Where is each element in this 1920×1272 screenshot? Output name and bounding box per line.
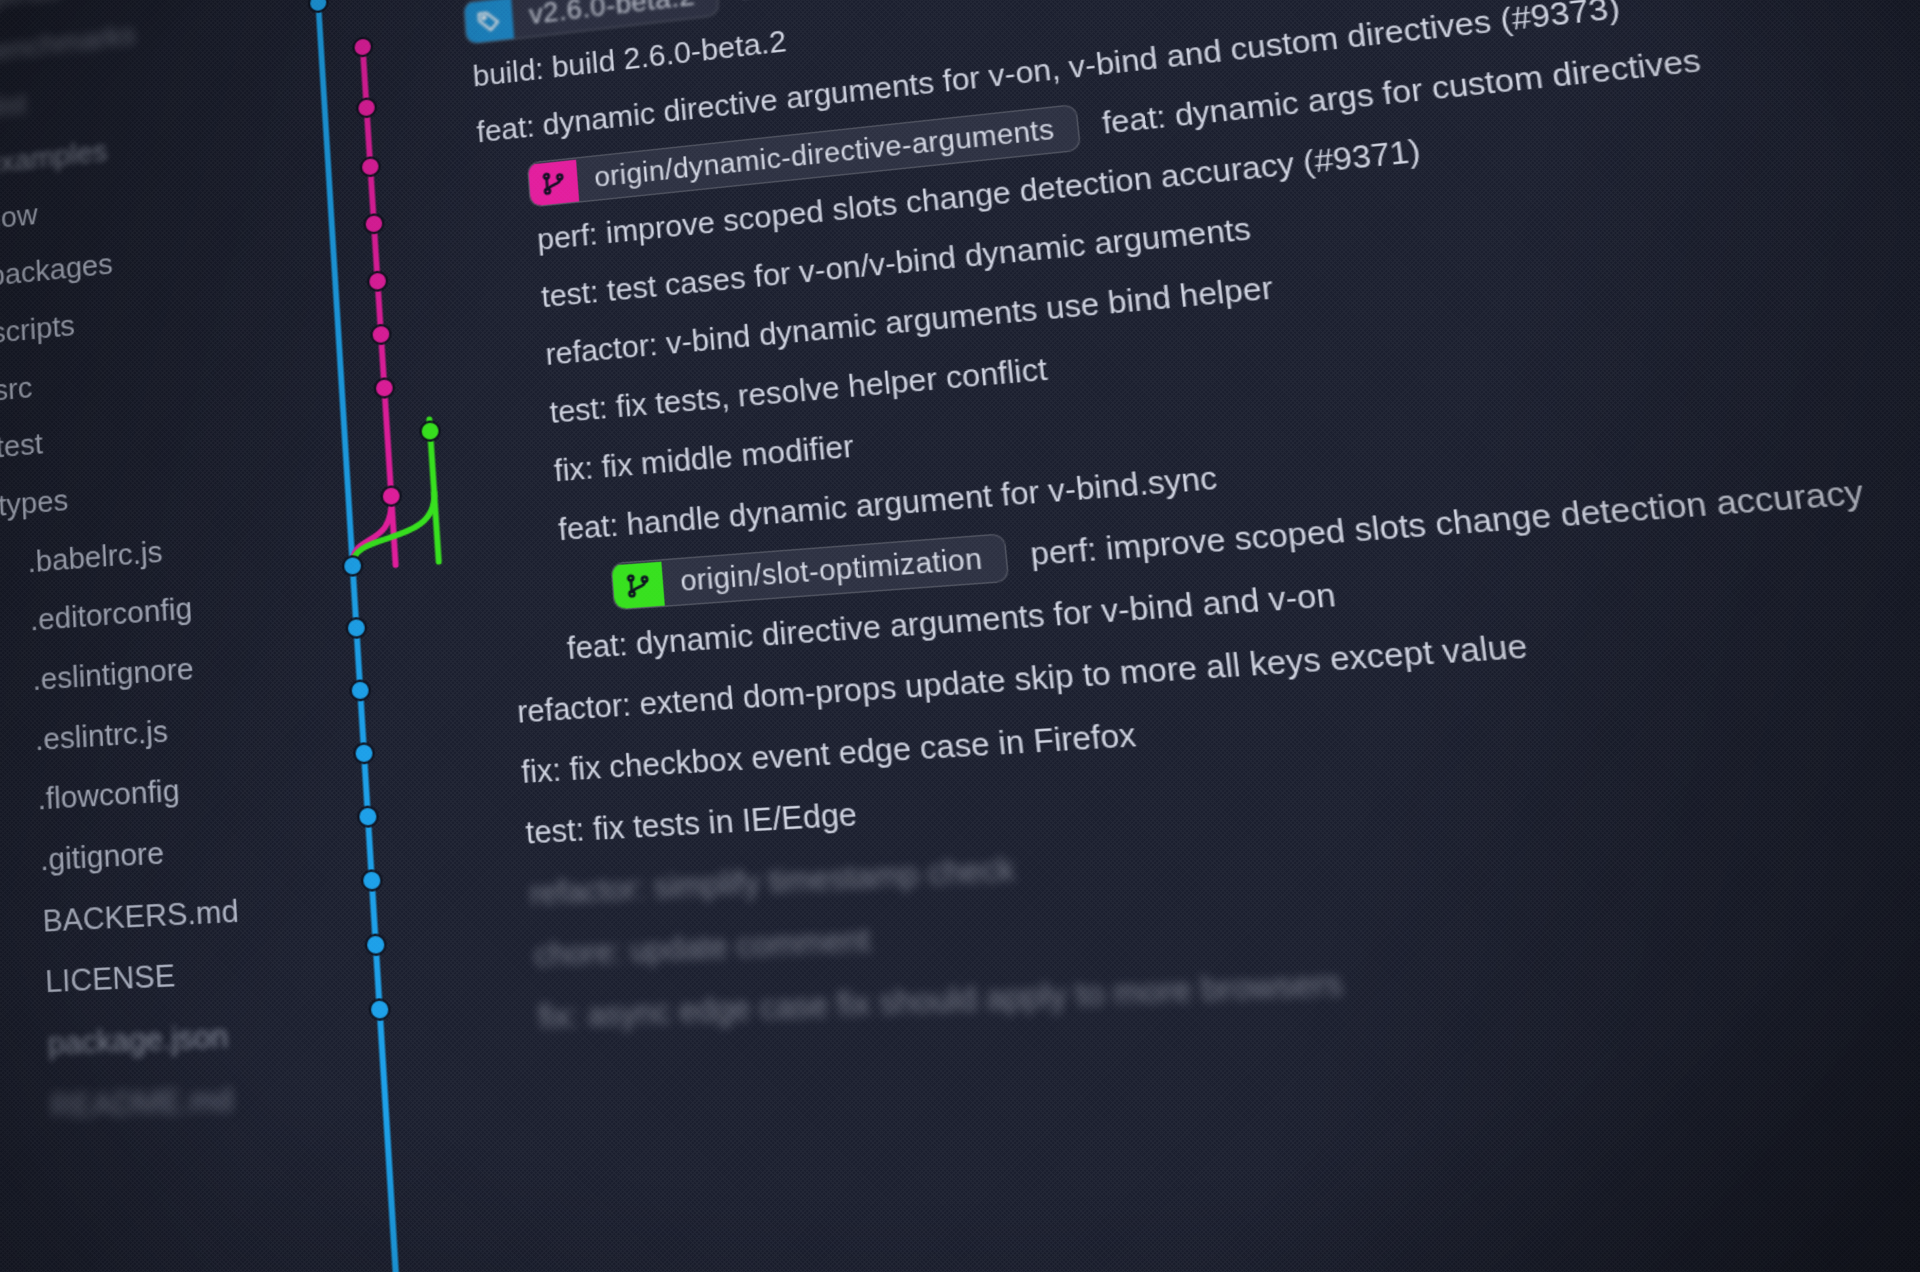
commit-node[interactable] [369,999,390,1020]
tree-item-label: package.json [47,1005,230,1075]
tree-item-label: README.md [49,1068,234,1137]
commit-node[interactable] [362,870,383,891]
tree-item-label: src [0,358,33,419]
commit-node[interactable] [381,486,401,506]
git-branch-icon [528,159,579,206]
tree-file[interactable]: README.md [0,1064,343,1140]
commit-node[interactable] [374,378,394,398]
commit-node[interactable] [365,934,386,955]
commit-list: build: build 2.6.0-beta.3build: fix feat… [451,0,1920,1272]
commit-message: refactor: simplify timestamp check [524,852,1016,914]
tree-item-label: BACKERS.md [41,880,240,952]
commit-node[interactable] [343,556,363,576]
tree-item-label: .eslintignore [31,639,195,710]
tree-item-label: .flowconfig [36,761,181,830]
commit-node[interactable] [420,421,440,442]
commit-node[interactable] [368,271,388,291]
tree-item-label: .babelrc.js [26,522,164,592]
git-branch-icon [612,561,665,609]
tree-item-label: types [0,471,69,535]
tree-item-label: LICENSE [44,945,177,1013]
commit-node[interactable] [309,0,328,13]
commit-message: chore: update comment [528,922,871,975]
commit-node[interactable] [346,618,366,639]
commit-node[interactable] [350,680,370,701]
commit-node[interactable] [371,324,391,344]
commit-message: test: fix tests in IE/Edge [520,797,859,852]
commit-node[interactable] [353,37,373,57]
tree-item-label: test [0,415,44,477]
tree-item-label: scripts [0,296,76,361]
commit-node[interactable] [354,743,374,764]
tree-item-label: dist [0,76,28,137]
commit-node[interactable] [360,157,380,177]
tag-icon [464,0,514,43]
commit-node[interactable] [364,214,384,234]
tree-item-label: flow [0,187,39,249]
tree-item-label: .eslintrc.js [34,701,170,770]
tree-item-label: .gitignore [39,823,166,891]
commit-node[interactable] [357,98,377,118]
commit-node[interactable] [358,806,378,827]
